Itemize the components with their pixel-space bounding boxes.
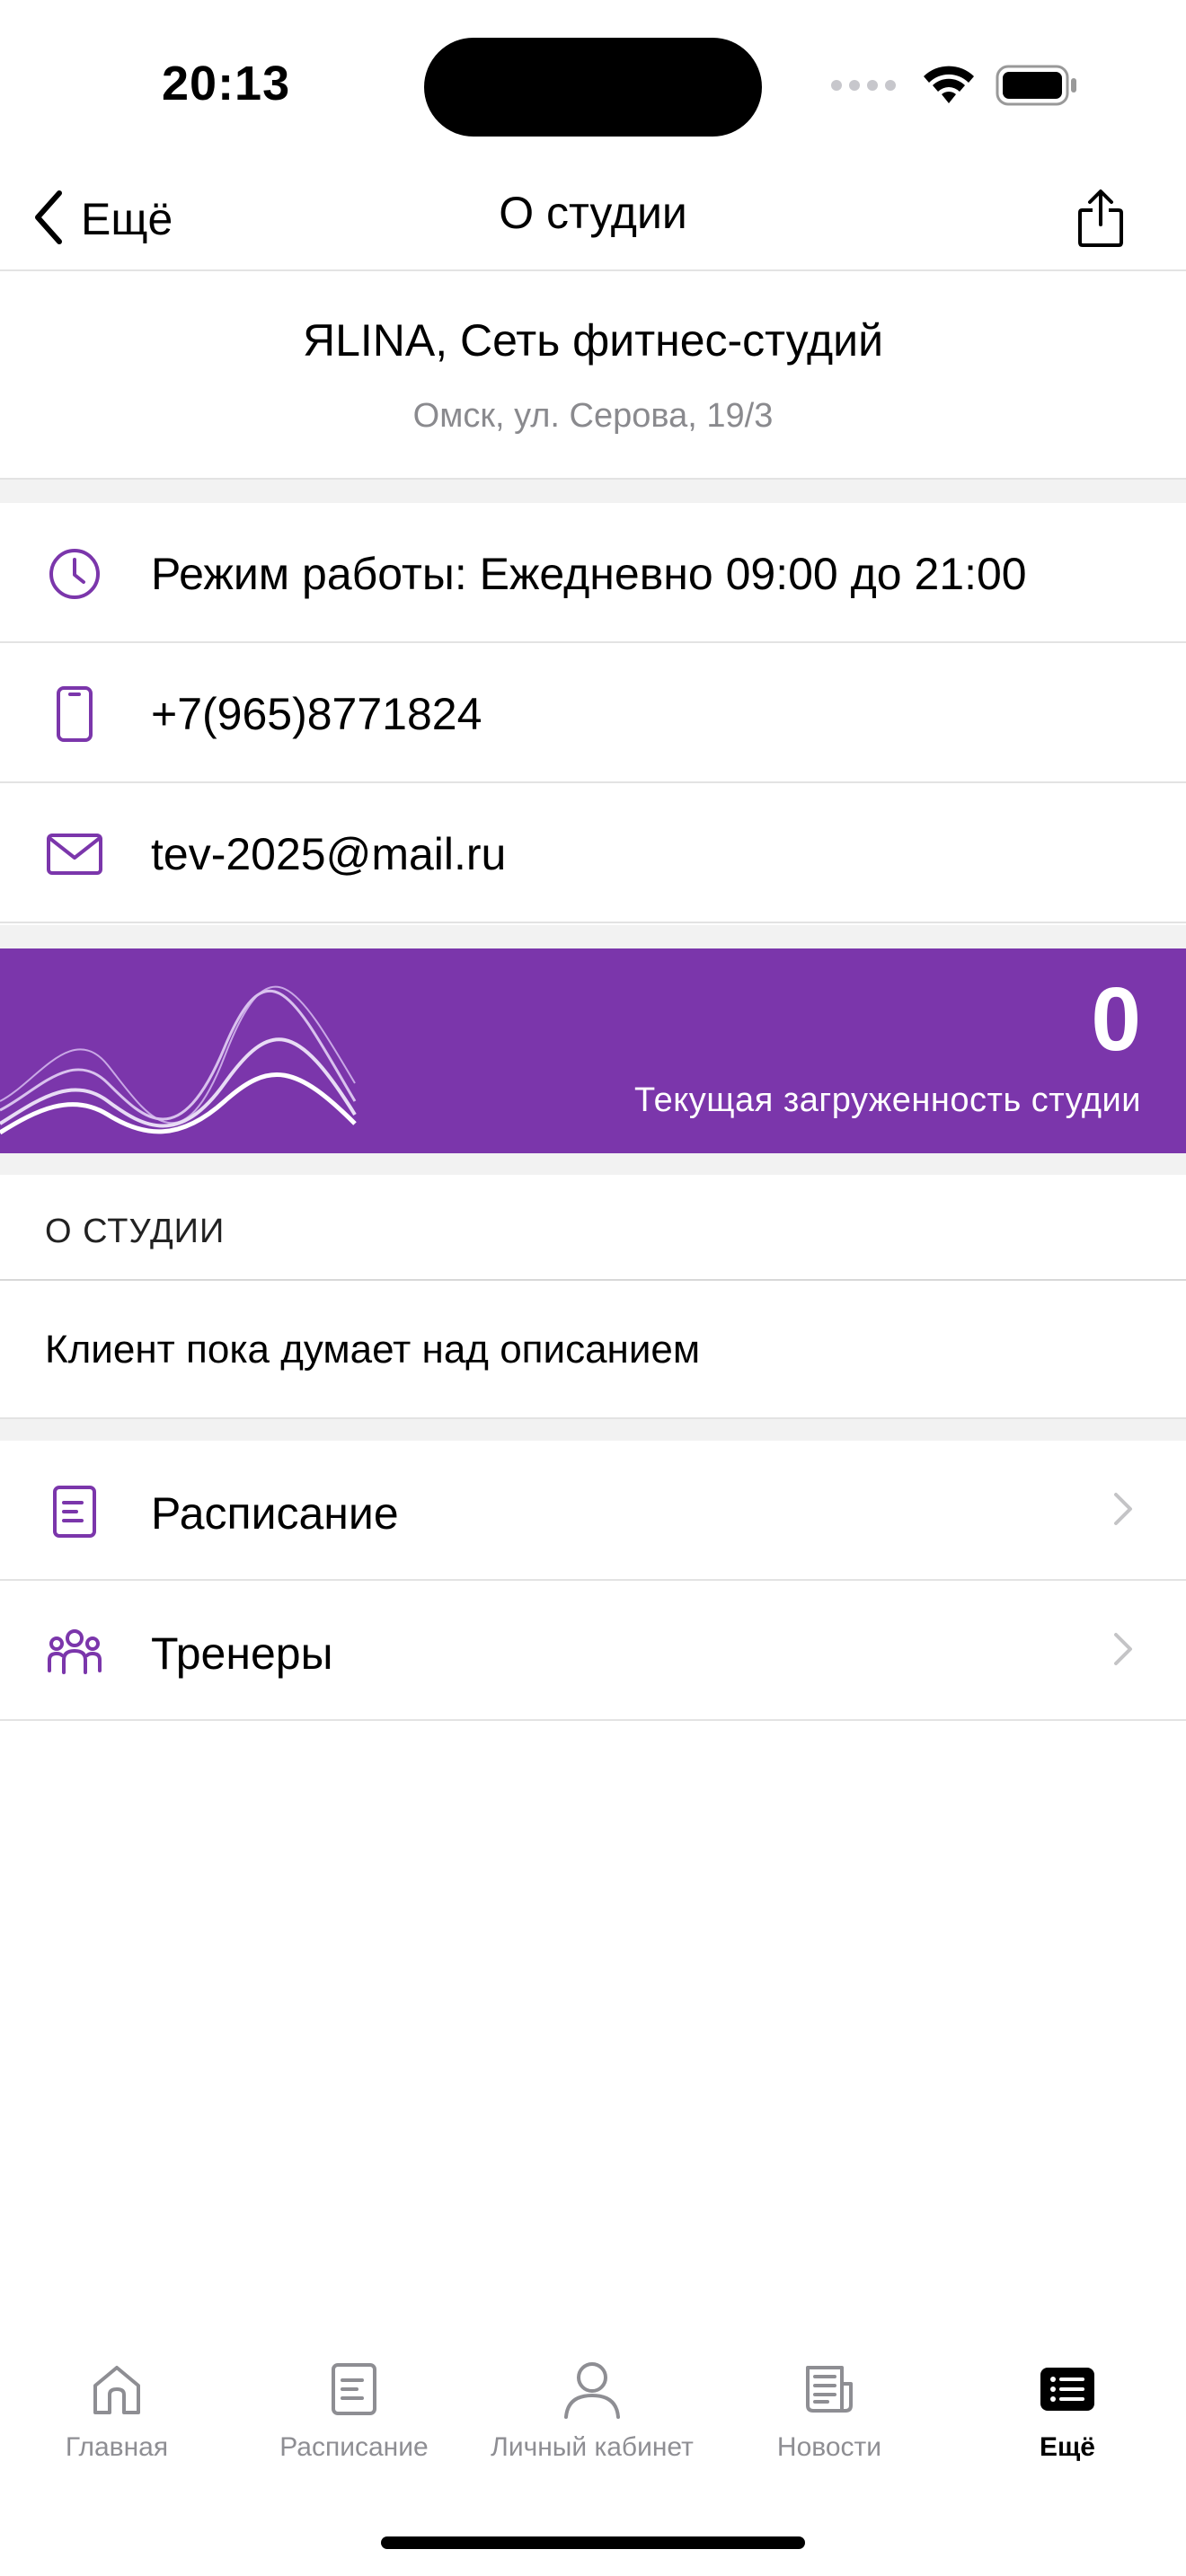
studio-header: ЯLINA, Сеть фитнес-студий Омск, ул. Серо… bbox=[0, 271, 1186, 480]
navigation-bar: Ещё О студии bbox=[0, 171, 1186, 271]
load-value: 0 bbox=[1091, 969, 1141, 1070]
status-bar: 20:13 bbox=[0, 0, 1186, 171]
chevron-right-icon bbox=[1112, 1631, 1134, 1672]
tab-news[interactable]: Новости bbox=[721, 2353, 937, 2479]
tab-label: Ещё bbox=[1039, 2432, 1095, 2462]
menu-item-schedule[interactable]: Расписание bbox=[0, 1441, 1186, 1581]
about-section-header: О СТУДИИ bbox=[0, 1175, 1186, 1281]
menu-item-label: Расписание bbox=[151, 1488, 399, 1539]
people-icon bbox=[45, 1622, 104, 1681]
menu-item-label: Тренеры bbox=[151, 1628, 333, 1679]
list-icon bbox=[960, 2353, 1175, 2425]
tab-profile[interactable]: Личный кабинет bbox=[484, 2353, 700, 2479]
tab-home[interactable]: Главная bbox=[9, 2353, 225, 2479]
working-hours-text: Режим работы: Ежедневно 09:00 до 21:00 bbox=[151, 549, 1027, 599]
section-gap bbox=[0, 925, 1186, 948]
studio-name: ЯLINA, Сеть фитнес-студий bbox=[302, 315, 884, 366]
about-description-text: Клиент пока думает над описанием bbox=[45, 1328, 701, 1372]
studio-load-banner: 0 Текущая загруженность студии bbox=[0, 948, 1186, 1153]
wave-graphic bbox=[0, 985, 357, 1135]
tab-bar: Главная Расписание Личный кабинет Новост… bbox=[0, 2353, 1186, 2479]
section-gap bbox=[0, 1419, 1186, 1441]
home-indicator bbox=[381, 2536, 805, 2549]
battery-icon bbox=[996, 65, 1078, 110]
phone-row[interactable]: +7(965)8771824 bbox=[0, 643, 1186, 783]
document-icon bbox=[45, 1482, 104, 1541]
newspaper-icon bbox=[721, 2353, 937, 2425]
person-icon bbox=[484, 2353, 700, 2425]
signal-icon bbox=[830, 79, 902, 96]
share-icon bbox=[1076, 189, 1125, 252]
working-hours-row: Режим работы: Ежедневно 09:00 до 21:00 bbox=[0, 503, 1186, 643]
tab-schedule[interactable]: Расписание bbox=[246, 2353, 462, 2479]
studio-address: Омск, ул. Серова, 19/3 bbox=[412, 397, 774, 435]
home-icon bbox=[9, 2353, 225, 2425]
tab-label: Личный кабинет bbox=[491, 2432, 694, 2462]
page-title: О студии bbox=[499, 188, 687, 238]
tab-label: Главная bbox=[65, 2432, 169, 2462]
section-gap bbox=[0, 480, 1186, 503]
tab-label: Расписание bbox=[279, 2432, 429, 2462]
phone-icon bbox=[45, 684, 104, 744]
chevron-right-icon bbox=[1112, 1491, 1134, 1531]
email-row[interactable]: tev-2025@mail.ru bbox=[0, 783, 1186, 923]
wifi-icon bbox=[922, 66, 976, 110]
clock-icon bbox=[45, 544, 104, 604]
menu-item-trainers[interactable]: Тренеры bbox=[0, 1581, 1186, 1721]
phone-number: +7(965)8771824 bbox=[151, 689, 482, 739]
document-icon bbox=[246, 2353, 462, 2425]
section-gap bbox=[0, 1153, 1186, 1175]
tab-label: Новости bbox=[776, 2432, 882, 2462]
share-button[interactable] bbox=[1069, 180, 1132, 260]
about-description: Клиент пока думает над описанием bbox=[0, 1281, 1186, 1419]
about-section-title: О СТУДИИ bbox=[45, 1213, 226, 1250]
email-address: tev-2025@mail.ru bbox=[151, 829, 507, 879]
status-time: 20:13 bbox=[162, 57, 291, 110]
load-caption: Текущая загруженность студии bbox=[634, 1081, 1141, 1119]
status-icons bbox=[830, 65, 1078, 110]
envelope-icon bbox=[45, 825, 104, 884]
dynamic-island bbox=[424, 38, 762, 137]
tab-more[interactable]: Ещё bbox=[960, 2353, 1175, 2479]
